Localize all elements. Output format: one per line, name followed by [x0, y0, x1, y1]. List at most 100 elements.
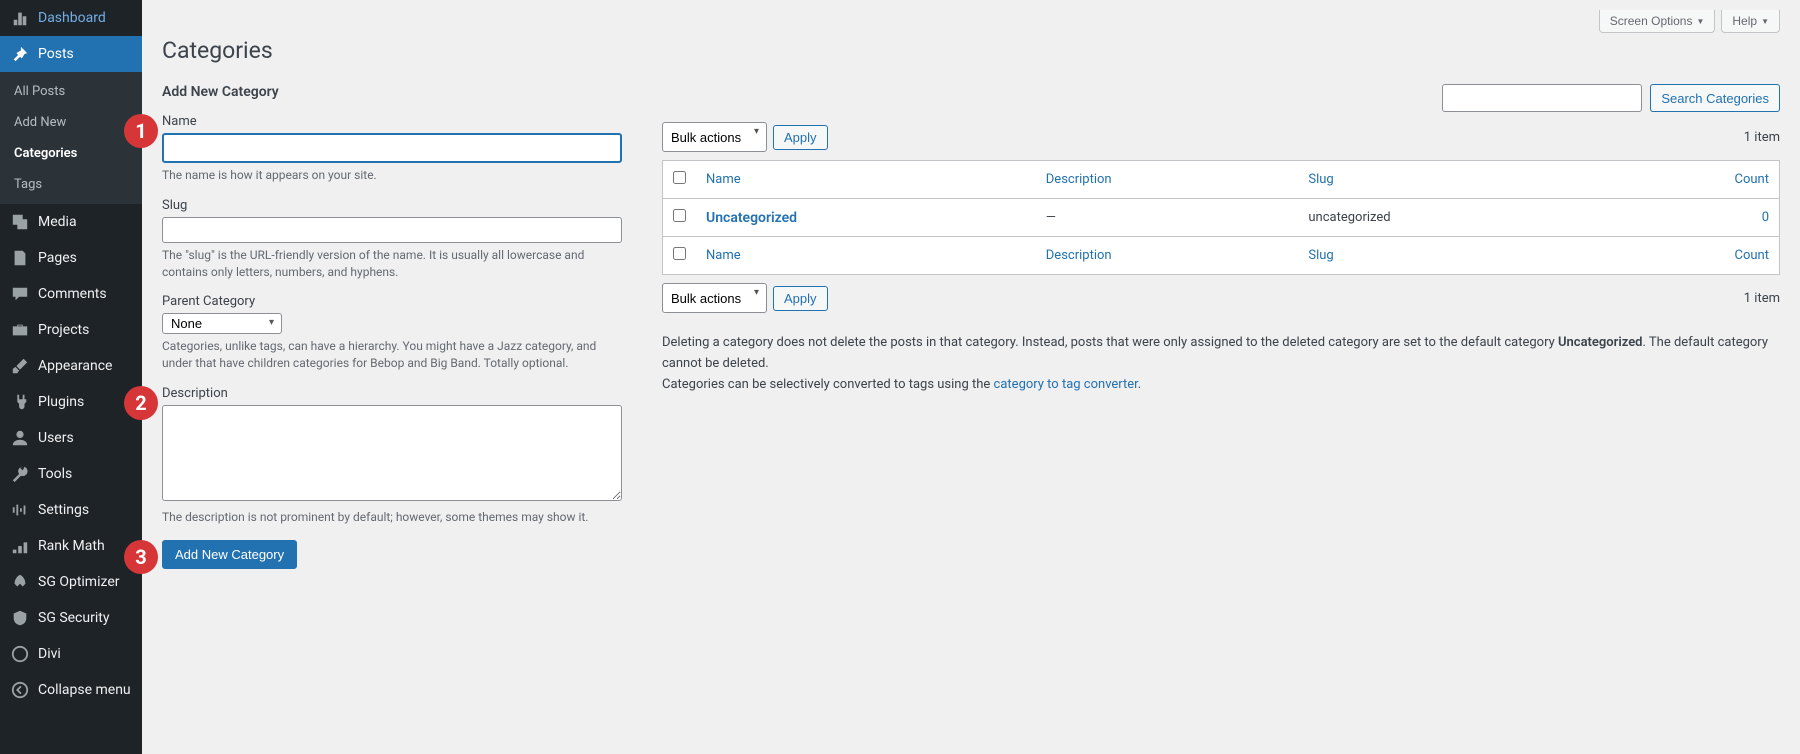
row-checkbox[interactable]	[673, 209, 686, 222]
bulk-actions-top: Bulk actions Apply 1 item	[662, 122, 1780, 152]
menu-plugins[interactable]: Plugins	[0, 384, 142, 420]
dashboard-icon	[10, 8, 30, 28]
add-category-button[interactable]: Add New Category	[162, 540, 297, 569]
categories-table: Name Description Slug Count Uncategorize…	[662, 160, 1780, 275]
brush-icon	[10, 356, 30, 376]
plug-icon	[10, 392, 30, 412]
name-hint: The name is how it appears on your site.	[162, 167, 622, 184]
menu-appearance[interactable]: Appearance	[0, 348, 142, 384]
name-label: Name	[162, 114, 622, 129]
select-all-bottom[interactable]	[673, 247, 686, 260]
submenu-all-posts[interactable]: All Posts	[0, 76, 142, 107]
category-list-panel: Search Categories Bulk actions Apply 1 i…	[662, 84, 1780, 583]
menu-label: Collapse menu	[38, 682, 131, 698]
wrench-icon	[10, 464, 30, 484]
col-count[interactable]: Count	[1735, 172, 1769, 187]
bulk-action-select-bottom[interactable]: Bulk actions	[662, 283, 767, 313]
menu-label: Users	[38, 430, 74, 446]
admin-sidebar: Dashboard Posts All Posts Add New Catego…	[0, 0, 142, 754]
apply-button-bottom[interactable]: Apply	[773, 286, 828, 311]
page-icon	[10, 248, 30, 268]
menu-label: Media	[38, 214, 77, 230]
menu-projects[interactable]: Projects	[0, 312, 142, 348]
posts-submenu: All Posts Add New Categories Tags	[0, 72, 142, 204]
menu-users[interactable]: Users	[0, 420, 142, 456]
tag-converter-link[interactable]: category to tag converter	[994, 377, 1138, 392]
bulk-actions-bottom: Bulk actions Apply 1 item	[662, 283, 1780, 313]
field-parent: Parent Category None Categories, unlike …	[162, 294, 622, 372]
menu-label: SG Security	[38, 610, 109, 626]
col-slug[interactable]: Slug	[1308, 172, 1333, 187]
menu-rankmath[interactable]: Rank Math	[0, 528, 142, 564]
row-name-link[interactable]: Uncategorized	[706, 210, 797, 226]
menu-label: Rank Math	[38, 538, 105, 554]
menu-divi[interactable]: Divi	[0, 636, 142, 672]
item-count-top: 1 item	[1744, 130, 1780, 145]
apply-button-top[interactable]: Apply	[773, 125, 828, 150]
chevron-down-icon: ▼	[1696, 17, 1704, 26]
col-slug-foot[interactable]: Slug	[1308, 248, 1333, 263]
menu-pages[interactable]: Pages	[0, 240, 142, 276]
menu-sgoptimizer[interactable]: SG Optimizer	[0, 564, 142, 600]
menu-label: Comments	[38, 286, 107, 302]
main-content: Screen Options ▼ Help ▼ Categories Add N…	[142, 0, 1800, 754]
callout-1: 1	[124, 114, 158, 148]
menu-label: Posts	[38, 46, 74, 62]
parent-label: Parent Category	[162, 294, 622, 309]
menu-label: Divi	[38, 646, 61, 662]
row-count-link[interactable]: 0	[1762, 210, 1769, 225]
divi-icon	[10, 644, 30, 664]
parent-hint: Categories, unlike tags, can have a hier…	[162, 338, 622, 372]
deletion-note: Deleting a category does not delete the …	[662, 333, 1780, 395]
screen-options-button[interactable]: Screen Options ▼	[1599, 10, 1716, 33]
shield-icon	[10, 608, 30, 628]
menu-dashboard[interactable]: Dashboard	[0, 0, 142, 36]
media-icon	[10, 212, 30, 232]
menu-label: Settings	[38, 502, 89, 518]
select-all-top[interactable]	[673, 171, 686, 184]
chevron-down-icon: ▼	[1761, 17, 1769, 26]
menu-tools[interactable]: Tools	[0, 456, 142, 492]
menu-collapse[interactable]: Collapse menu	[0, 672, 142, 708]
description-hint: The description is not prominent by defa…	[162, 509, 622, 526]
col-description[interactable]: Description	[1046, 172, 1112, 187]
parent-select[interactable]: None	[162, 313, 282, 334]
menu-comments[interactable]: Comments	[0, 276, 142, 312]
collapse-icon	[10, 680, 30, 700]
search-categories-button[interactable]: Search Categories	[1650, 84, 1780, 112]
col-count-foot[interactable]: Count	[1735, 248, 1769, 263]
col-description-foot[interactable]: Description	[1046, 248, 1112, 263]
bulk-action-select-top[interactable]: Bulk actions	[662, 122, 767, 152]
menu-posts[interactable]: Posts	[0, 36, 142, 72]
callout-3: 3	[124, 540, 158, 574]
submenu-categories[interactable]: Categories	[0, 138, 142, 169]
table-row: Uncategorized — uncategorized 0	[663, 199, 1780, 237]
menu-settings[interactable]: Settings	[0, 492, 142, 528]
add-category-form: Add New Category 1 Name The name is how …	[162, 84, 622, 583]
submenu-add-new[interactable]: Add New	[0, 107, 142, 138]
menu-media[interactable]: Media	[0, 204, 142, 240]
menu-label: Projects	[38, 322, 89, 338]
search-input[interactable]	[1442, 84, 1642, 112]
briefcase-icon	[10, 320, 30, 340]
menu-label: Plugins	[38, 394, 84, 410]
callout-2: 2	[124, 386, 158, 420]
col-name-foot[interactable]: Name	[706, 248, 741, 263]
form-heading: Add New Category	[162, 84, 622, 100]
field-submit: 3 Add New Category	[162, 540, 622, 569]
menu-label: Appearance	[38, 358, 112, 374]
comment-icon	[10, 284, 30, 304]
slug-input[interactable]	[162, 217, 622, 243]
menu-label: Tools	[38, 466, 72, 482]
rocket-icon	[10, 572, 30, 592]
field-description: 2 Description The description is not pro…	[162, 386, 622, 526]
name-input[interactable]	[162, 133, 622, 163]
description-input[interactable]	[162, 405, 622, 501]
menu-label: SG Optimizer	[38, 574, 119, 590]
help-button[interactable]: Help ▼	[1721, 10, 1780, 33]
submenu-tags[interactable]: Tags	[0, 169, 142, 200]
field-name: 1 Name The name is how it appears on you…	[162, 114, 622, 184]
menu-sgsecurity[interactable]: SG Security	[0, 600, 142, 636]
page-title: Categories	[162, 37, 1780, 64]
col-name[interactable]: Name	[706, 172, 741, 187]
